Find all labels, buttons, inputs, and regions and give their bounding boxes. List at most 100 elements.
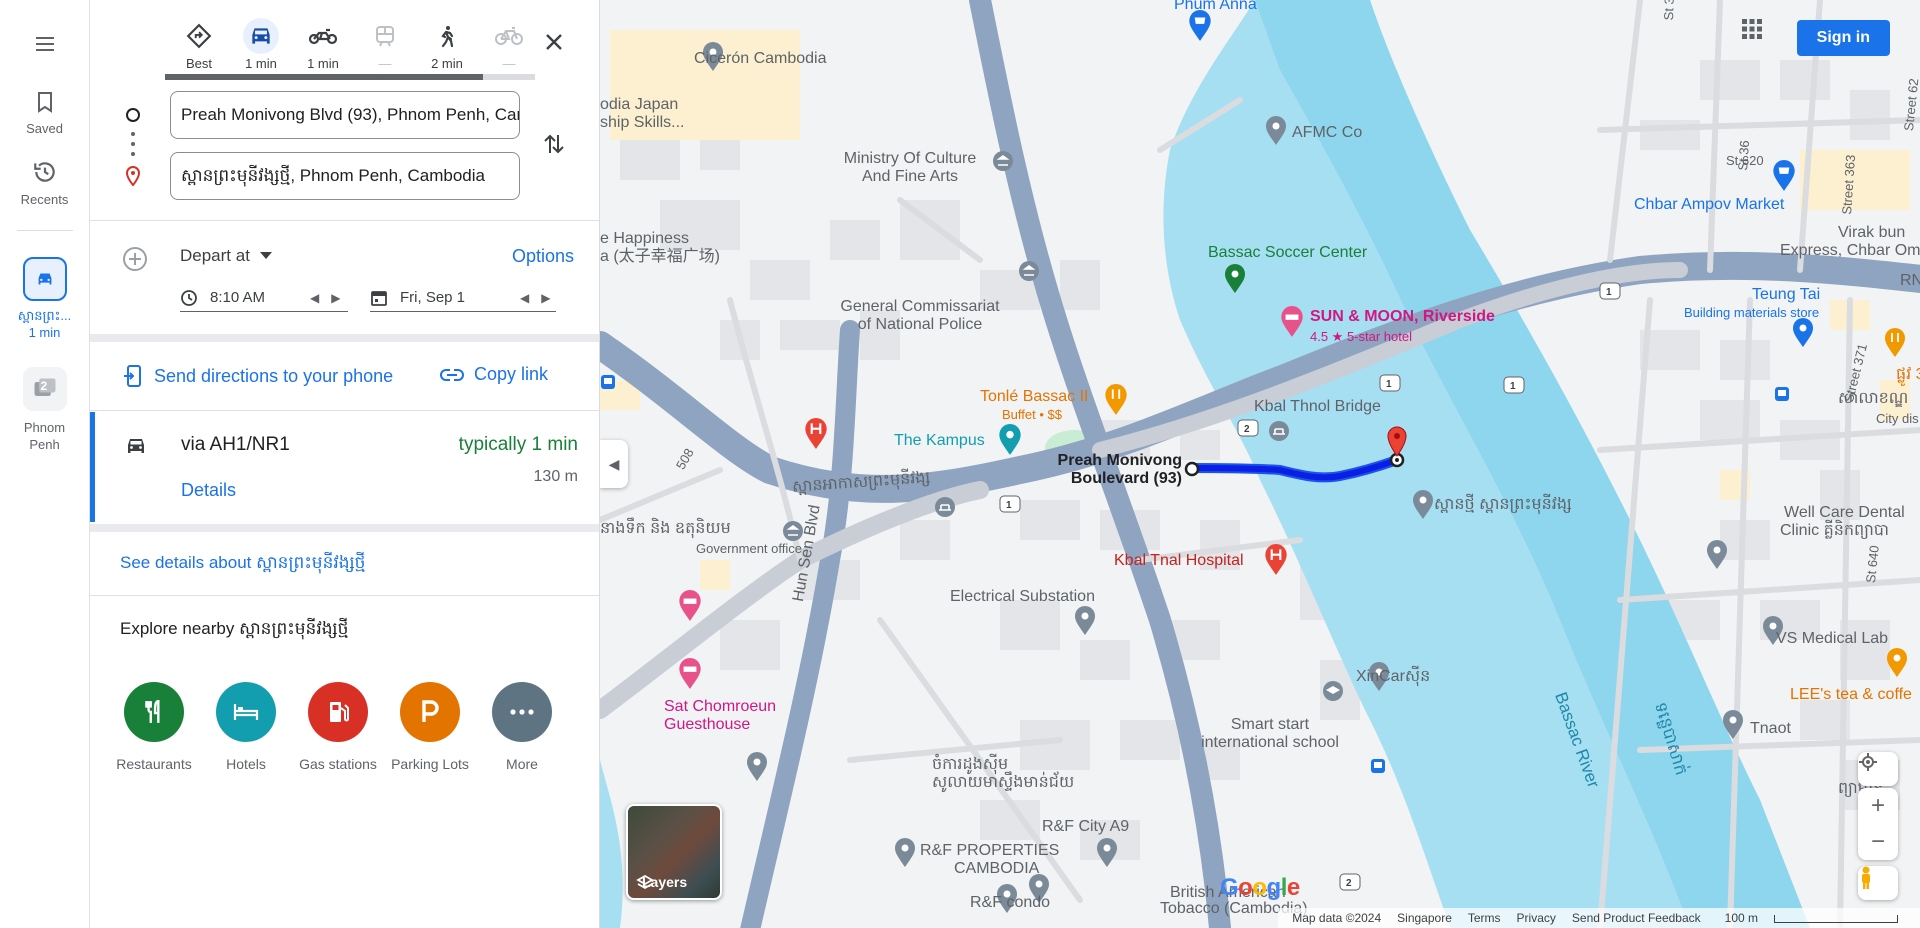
poi-pin-icon[interactable]	[894, 838, 916, 868]
route-option-card[interactable]: via AH1/NR1 typically 1 min 130 m Detail…	[90, 412, 599, 522]
origin-input[interactable]: Preah Monivong Blvd (93), Phnom Penh, Ca…	[170, 91, 520, 139]
poi-pin-icon[interactable]	[1412, 490, 1434, 520]
school-pin-icon[interactable]	[1322, 680, 1344, 702]
destination-pin-icon	[125, 166, 141, 186]
map-label: St 620	[1726, 153, 1764, 168]
bus-stop-icon[interactable]	[1370, 758, 1386, 774]
map-label: General Commissariat	[840, 298, 1000, 315]
privacy-link[interactable]: Privacy	[1517, 911, 1556, 925]
attraction-pin-icon[interactable]	[998, 424, 1022, 456]
scale-value: 100 m	[1724, 911, 1758, 925]
car-icon	[128, 439, 144, 453]
my-location-button[interactable]	[1858, 752, 1898, 786]
mode-bicycle[interactable]: —	[478, 18, 540, 72]
add-destination-icon[interactable]	[122, 246, 148, 272]
bridge-pin-icon[interactable]	[1268, 420, 1290, 442]
map-data-attribution: Map data ©2024	[1292, 911, 1382, 925]
map-label: Tnaot	[1750, 720, 1791, 737]
poi-pin-icon[interactable]	[1265, 116, 1287, 146]
poi-pin-icon[interactable]	[1096, 838, 1118, 868]
directions-panel: Best 1 min 1 min — 2 min — Preah Monivon…	[90, 0, 600, 928]
recent-route-item[interactable]: ស្ពានព្រះ... 1 min	[0, 257, 90, 341]
restaurant-pin-icon[interactable]	[1104, 384, 1128, 416]
time-next-icon[interactable]: ▶	[331, 291, 340, 305]
send-to-phone-button[interactable]: Send directions to your phone	[122, 364, 393, 388]
recents-button[interactable]: Recents	[0, 159, 90, 208]
store-pin-icon[interactable]	[1792, 318, 1814, 348]
svg-text:1: 1	[1510, 381, 1516, 392]
mode-walking[interactable]: 2 min	[416, 18, 478, 72]
sign-in-button[interactable]: Sign in	[1796, 20, 1890, 56]
saved-button[interactable]: Saved	[0, 90, 90, 137]
category-more[interactable]: More	[476, 682, 568, 772]
poi-pin-icon[interactable]	[1074, 606, 1096, 636]
zoom-in-button[interactable]: +	[1858, 788, 1898, 824]
category-parking[interactable]: Parking Lots	[384, 682, 476, 772]
soccer-pin-icon[interactable]	[1224, 264, 1246, 294]
street-view-pegman[interactable]	[1858, 866, 1898, 900]
category-label: Hotels	[226, 756, 266, 772]
menu-icon[interactable]	[29, 28, 61, 60]
layers-button[interactable]: Layers	[626, 804, 722, 900]
hotel-pin-icon[interactable]	[1280, 306, 1304, 338]
poi-pin-icon[interactable]	[1722, 710, 1744, 740]
mode-driving[interactable]: 1 min	[230, 18, 292, 72]
government-pin-icon[interactable]	[1018, 260, 1040, 282]
cafe-pin-icon[interactable]	[1886, 648, 1908, 678]
feedback-link[interactable]: Send Product Feedback	[1572, 911, 1701, 925]
destination-input[interactable]: ស្ពានព្រះមុនីវង្សថ្មី, Phnom Penh, Cambo…	[170, 152, 520, 200]
map-label: RN	[1900, 272, 1920, 289]
route-details-link[interactable]: Details	[181, 480, 236, 501]
map-canvas[interactable]: 1 1 1 1 2 2 Phum Anna Cicerón Cambodia o…	[600, 0, 1920, 928]
options-button[interactable]: Options	[512, 246, 574, 267]
category-restaurants[interactable]: Restaurants	[108, 682, 200, 772]
time-prev-icon[interactable]: ◀	[310, 291, 319, 305]
terms-link[interactable]: Terms	[1468, 911, 1501, 925]
date-prev-icon[interactable]: ◀	[520, 291, 529, 305]
poi-pin-icon[interactable]	[746, 752, 768, 782]
apps-grid-icon[interactable]	[1741, 18, 1781, 58]
date-next-icon[interactable]: ▶	[541, 291, 550, 305]
collapse-panel-button[interactable]: ◀	[600, 440, 628, 488]
diamond-directions-icon	[186, 23, 212, 49]
origin-circle-icon	[126, 108, 140, 122]
date-selector[interactable]: Fri, Sep 1 ◀ ▶	[370, 284, 556, 312]
shopping-pin-icon[interactable]	[1772, 160, 1796, 192]
zoom-out-button[interactable]: −	[1858, 824, 1898, 860]
scale-label[interactable]: 100 m	[1717, 911, 1906, 925]
map-label: AFMC Co	[1292, 124, 1363, 141]
restaurant-pin-icon[interactable]	[1884, 328, 1906, 358]
hospital-pin-icon[interactable]	[1264, 544, 1288, 576]
hospital-pin-icon[interactable]	[804, 418, 828, 450]
museum-pin-icon[interactable]	[992, 150, 1014, 172]
copy-link-label: Copy link	[474, 364, 549, 384]
bus-stop-icon[interactable]	[1774, 386, 1790, 402]
map-label: a (太子幸福广场)	[600, 248, 721, 265]
bed-icon	[216, 682, 276, 742]
see-details-link[interactable]: See details about ស្ពានព្រះមុនីវង្សថ្មី	[120, 552, 365, 577]
copy-link-button[interactable]: Copy link	[440, 364, 548, 385]
panel-divider	[90, 595, 599, 596]
close-directions-button[interactable]	[538, 26, 570, 58]
shopping-pin-icon[interactable]	[1188, 10, 1212, 42]
map-label: of National Police	[857, 316, 983, 333]
swap-waypoints-button[interactable]	[538, 128, 570, 160]
map-label: នាងទឹក និង ឧតុនិយម	[600, 520, 731, 537]
map-label: Tonlé Bassac II	[980, 388, 1089, 405]
map-label: Smart start	[1230, 716, 1310, 733]
hotel-pin-icon[interactable]	[678, 590, 702, 622]
category-gas-stations[interactable]: Gas stations	[292, 682, 384, 772]
bus-stop-icon[interactable]	[600, 374, 616, 390]
poi-pin-icon[interactable]	[1706, 540, 1728, 570]
route-distance: 130 m	[533, 468, 578, 485]
region-link[interactable]: Singapore	[1397, 911, 1452, 925]
depart-at-dropdown[interactable]: Depart at	[180, 246, 272, 266]
mode-motorcycle[interactable]: 1 min	[292, 18, 354, 72]
time-selector[interactable]: 8:10 AM ◀ ▶	[180, 284, 348, 312]
recent-place-item[interactable]: 2 Phnom Penh	[0, 367, 90, 453]
mode-best[interactable]: Best	[168, 18, 230, 72]
mode-transit[interactable]: —	[354, 18, 416, 72]
hotel-pin-icon[interactable]	[678, 658, 702, 690]
bridge-pin-icon[interactable]	[934, 496, 956, 518]
category-hotels[interactable]: Hotels	[200, 682, 292, 772]
